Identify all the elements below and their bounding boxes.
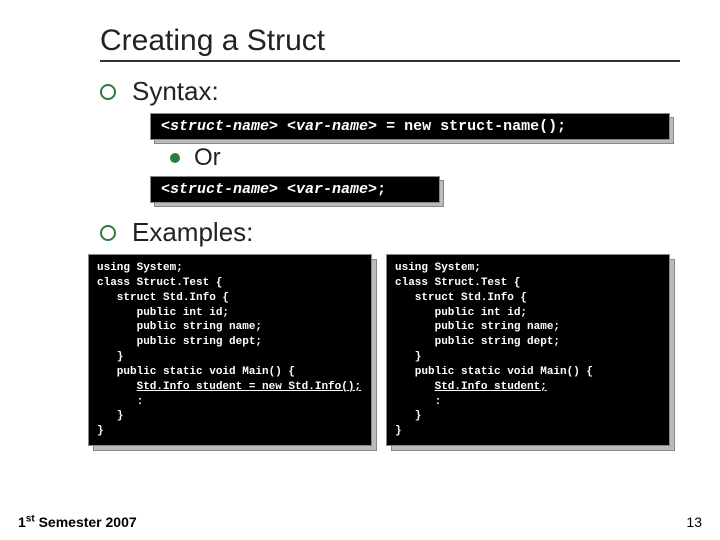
code-content: <struct-name> <var-name> = new struct-na… [150, 113, 670, 140]
syntax-heading: Syntax: [132, 76, 219, 107]
code-rest: = new struct-name(); [377, 118, 566, 135]
highlighted-line: Std.Info student = new Std.Info(); [137, 381, 361, 393]
example-right: using System; class Struct.Test { struct… [386, 254, 670, 446]
or-bullet: Or [170, 144, 680, 172]
dot-icon [170, 153, 180, 163]
semester-label: 1st Semester 2007 [18, 513, 137, 530]
syntax-bullet: Syntax: [100, 76, 680, 107]
code-content: using System; class Struct.Test { struct… [386, 254, 670, 446]
example-left: using System; class Struct.Test { struct… [88, 254, 372, 446]
ring-icon [100, 84, 116, 100]
title-underline [100, 60, 680, 62]
examples-heading: Examples: [132, 217, 253, 248]
slide-title: Creating a Struct [100, 24, 680, 58]
highlighted-line: Std.Info student; [435, 381, 547, 393]
ring-icon [100, 225, 116, 241]
struct-name-token: <struct-name> [161, 118, 278, 135]
page-number: 13 [686, 514, 702, 530]
code-end: ; [377, 181, 386, 198]
examples-bullet: Examples: [100, 217, 680, 248]
or-label: Or [194, 144, 221, 172]
var-name-token: <var-name> [287, 118, 377, 135]
footer: 1st Semester 2007 13 [18, 513, 702, 530]
struct-name-token: <struct-name> [161, 181, 278, 198]
var-name-token: <var-name> [287, 181, 377, 198]
syntax-code-1: <struct-name> <var-name> = new struct-na… [150, 113, 670, 140]
code-content: <struct-name> <var-name>; [150, 176, 440, 203]
code-content: using System; class Struct.Test { struct… [88, 254, 372, 446]
examples-row: using System; class Struct.Test { struct… [88, 254, 670, 446]
syntax-code-2: <struct-name> <var-name>; [150, 176, 440, 203]
